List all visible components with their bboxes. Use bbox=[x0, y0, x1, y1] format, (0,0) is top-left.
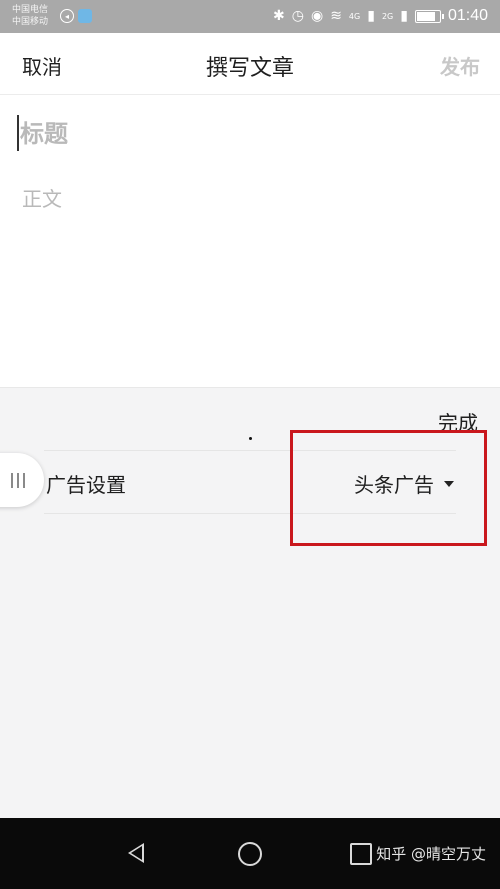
eye-icon: ◉ bbox=[310, 8, 324, 24]
highlight-annotation-box bbox=[290, 430, 487, 546]
watermark: 知乎 @晴空万丈 bbox=[376, 845, 486, 863]
back-icon-inner bbox=[131, 846, 142, 860]
publish-button[interactable]: 发布 bbox=[440, 51, 480, 80]
body-input[interactable]: 正文 bbox=[22, 183, 482, 212]
sound-icon: ◂ bbox=[60, 9, 74, 23]
carrier-info: 中国电信 中国移动 bbox=[12, 4, 48, 28]
recent-apps-icon[interactable] bbox=[350, 843, 372, 865]
network-label-1: 4G bbox=[348, 11, 361, 21]
header: 取消 撰写文章 发布 bbox=[0, 33, 500, 95]
shield-icon bbox=[78, 9, 92, 23]
notification-icons: ◂ bbox=[60, 9, 92, 23]
signal-icon-1: ▮ bbox=[367, 8, 375, 24]
signal-icon-2: ▮ bbox=[400, 8, 408, 24]
clock: 01:40 bbox=[447, 7, 488, 24]
page-title: 撰写文章 bbox=[205, 56, 294, 81]
network-label-2: 2G bbox=[381, 11, 394, 21]
status-right: ✱ ◷ ◉ ≋ 4G ▮ 2G ▮ 01:40 bbox=[273, 7, 488, 25]
drawer-handle[interactable] bbox=[0, 453, 44, 507]
carrier-1: 中国电信 bbox=[12, 5, 49, 15]
home-icon[interactable] bbox=[238, 842, 262, 866]
alarm-icon: ◷ bbox=[291, 8, 304, 24]
battery-level bbox=[416, 11, 435, 21]
text-cursor bbox=[17, 115, 19, 151]
navigation-bar: 知乎 @晴空万丈 bbox=[0, 818, 500, 889]
battery-icon bbox=[414, 9, 444, 23]
wifi-icon: ≋ bbox=[330, 8, 342, 24]
handle-bar bbox=[23, 472, 25, 488]
handle-bar bbox=[17, 472, 19, 488]
bluetooth-icon: ✱ bbox=[273, 8, 285, 24]
dot-marker bbox=[249, 437, 252, 440]
carrier-2: 中国移动 bbox=[12, 17, 49, 27]
handle-bar bbox=[11, 472, 13, 488]
status-bar: 中国电信 中国移动 ◂ ✱ ◷ ◉ ≋ 4G ▮ 2G ▮ 01:40 bbox=[0, 0, 500, 33]
ad-setting-label: 广告设置 bbox=[46, 473, 126, 497]
title-input[interactable]: 标题 bbox=[20, 114, 480, 149]
